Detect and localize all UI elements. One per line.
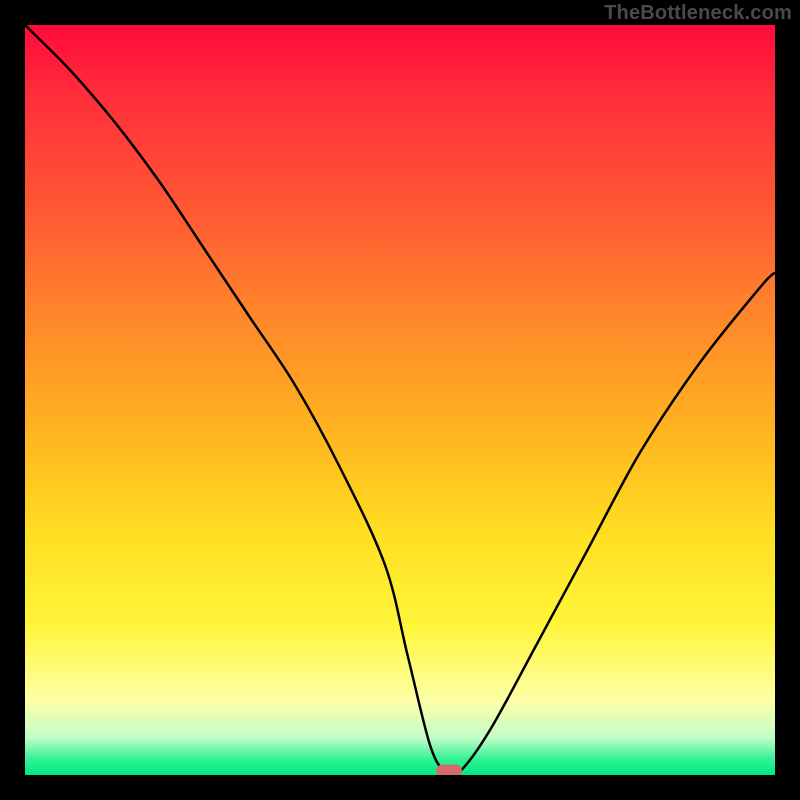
bottleneck-curve-path (25, 25, 775, 775)
watermark-text: TheBottleneck.com (604, 2, 792, 25)
optimal-point-marker (436, 765, 462, 775)
plot-area (25, 25, 775, 775)
bottleneck-curve (25, 25, 775, 775)
chart-frame: TheBottleneck.com (0, 0, 800, 800)
